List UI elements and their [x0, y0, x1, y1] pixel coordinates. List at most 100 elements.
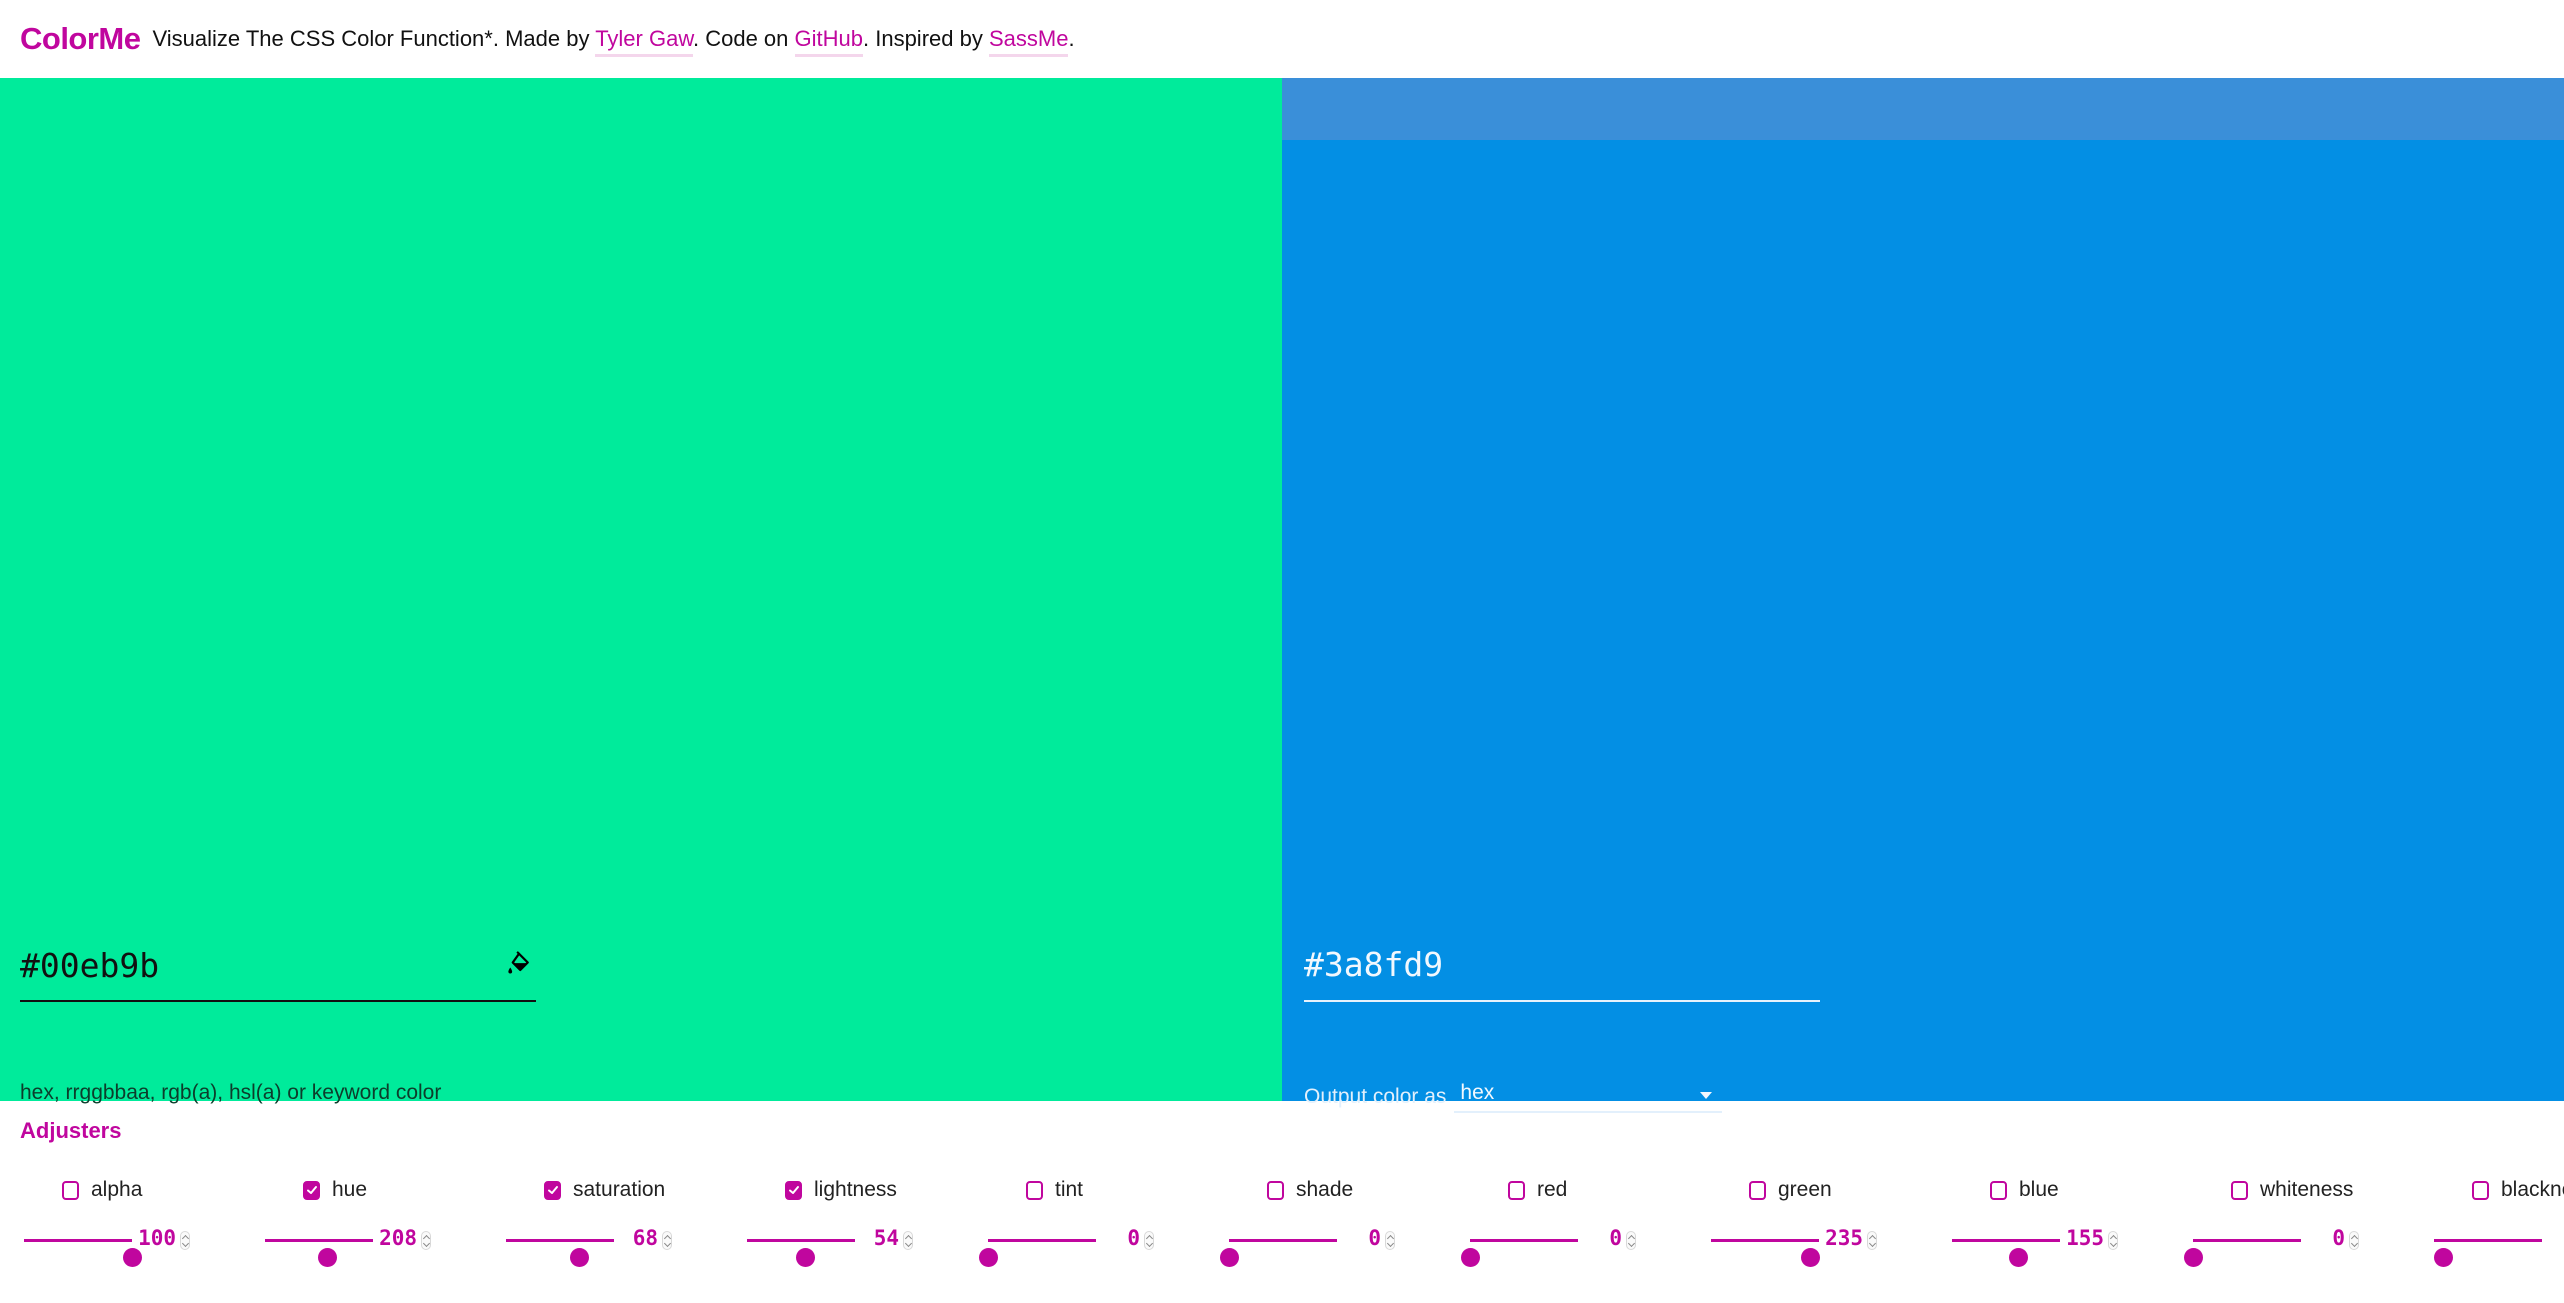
tagline: Visualize The CSS Color Function*. Made … [152, 26, 1075, 57]
adjuster-value-input[interactable]: 0 [1341, 1226, 1381, 1250]
adjuster-toggle[interactable]: shade [1267, 1178, 1353, 1202]
checkbox-icon[interactable] [2472, 1180, 2489, 1200]
adjuster-value-input[interactable]: 8 [2546, 1226, 2564, 1250]
adjuster-label: tint [1055, 1178, 1084, 1201]
adjuster-value-input[interactable]: 208 [377, 1226, 417, 1250]
sassme-link[interactable]: SassMe [988, 26, 1069, 57]
result-color-swatch [1282, 78, 2564, 140]
adjuster-alpha: alpha 100 [24, 1170, 264, 1280]
adjuster-toggle[interactable]: hue [303, 1178, 367, 1202]
adjuster-slider[interactable] [979, 1239, 1096, 1267]
spinner-arrows-icon[interactable] [1626, 1231, 1636, 1250]
adjuster-slider[interactable] [2184, 1239, 2301, 1267]
slider-thumb[interactable] [570, 1248, 590, 1267]
slider-thumb[interactable] [2184, 1248, 2203, 1267]
slider-thumb[interactable] [979, 1248, 998, 1267]
adjuster-value-input[interactable]: 54 [859, 1226, 899, 1250]
checkbox-checked-icon[interactable] [303, 1180, 320, 1200]
spinner-arrows-icon[interactable] [180, 1231, 190, 1250]
checkbox-icon[interactable] [1990, 1180, 2007, 1200]
adjuster-tint: tint 0 [979, 1170, 1228, 1280]
adjuster-hue: hue 208 [265, 1170, 505, 1280]
adjuster-value-input[interactable]: 100 [136, 1226, 176, 1250]
adjuster-label: saturation [573, 1178, 666, 1201]
adjuster-toggle[interactable]: lightness [785, 1178, 897, 1202]
slider-thumb[interactable] [796, 1248, 816, 1267]
adjuster-slider[interactable] [265, 1239, 373, 1267]
brand-logo[interactable]: ColorMe [20, 21, 141, 57]
adjuster-slider[interactable] [1220, 1239, 1337, 1267]
adjuster-toggle[interactable]: tint [1026, 1178, 1083, 1202]
spinner-arrows-icon[interactable] [1867, 1231, 1877, 1250]
adjuster-value-input[interactable]: 68 [618, 1226, 658, 1250]
adjuster-label: blackness [2501, 1178, 2564, 1201]
adjuster-value-input[interactable]: 235 [1823, 1226, 1863, 1250]
slider-thumb[interactable] [2008, 1248, 2028, 1267]
adjuster-value-input[interactable]: 0 [1582, 1226, 1622, 1250]
adjuster-green: green 235 [1711, 1170, 1951, 1280]
adjuster-value-input[interactable]: 0 [1100, 1226, 1140, 1250]
result-color-field: #3a8fd9 [1304, 934, 1820, 1002]
checkbox-icon[interactable] [62, 1180, 79, 1200]
adjuster-shade: shade 0 [1220, 1170, 1469, 1280]
spinner-arrows-icon[interactable] [2108, 1231, 2118, 1250]
adjuster-toggle[interactable]: blue [1990, 1178, 2059, 1202]
checkbox-checked-icon[interactable] [544, 1180, 561, 1200]
adjuster-value-input[interactable]: 0 [2305, 1226, 2345, 1250]
adjuster-toggle[interactable]: red [1508, 1178, 1567, 1202]
spinner-arrows-icon[interactable] [903, 1231, 913, 1250]
site-header: ColorMe Visualize The CSS Color Function… [0, 0, 2564, 78]
input-format-hint: hex, rrggbbaa, rgb(a), hsl(a) or keyword… [20, 1081, 442, 1104]
tagline-text: . Code on [693, 26, 795, 51]
slider-thumb[interactable] [1461, 1248, 1480, 1267]
checkbox-icon[interactable] [1749, 1180, 1766, 1200]
adjuster-slider[interactable] [2433, 1239, 2542, 1267]
checkbox-icon[interactable] [1267, 1180, 1284, 1200]
adjuster-label: red [1537, 1178, 1568, 1201]
adjuster-toggle[interactable]: alpha [62, 1178, 142, 1202]
adjuster-slider[interactable] [1952, 1239, 2060, 1267]
adjuster-toggle[interactable]: blackness [2472, 1178, 2564, 1202]
output-format-select[interactable]: hex [1454, 1081, 1723, 1113]
spinner-arrows-icon[interactable] [1144, 1231, 1154, 1250]
slider-thumb[interactable] [2433, 1248, 2453, 1267]
github-link[interactable]: GitHub [794, 26, 863, 57]
checkbox-icon[interactable] [1026, 1180, 1043, 1200]
adjuster-slider[interactable] [506, 1239, 614, 1267]
result-color-value[interactable]: #3a8fd9 [1304, 942, 1443, 988]
author-link[interactable]: Tyler Gaw [595, 26, 693, 57]
checkbox-icon[interactable] [2231, 1180, 2248, 1200]
adjuster-label: whiteness [2260, 1178, 2354, 1201]
spinner-arrows-icon[interactable] [662, 1231, 672, 1250]
adjuster-toggle[interactable]: whiteness [2231, 1178, 2353, 1202]
adjusters-heading: Adjusters [20, 1118, 122, 1143]
spinner-arrows-icon[interactable] [2349, 1231, 2359, 1250]
adjuster-slider[interactable] [1711, 1239, 1821, 1267]
output-format-value: hex [1460, 1081, 1495, 1104]
checkbox-checked-icon[interactable] [785, 1180, 802, 1200]
adjuster-toggle[interactable]: saturation [544, 1178, 665, 1202]
adjuster-value-input[interactable]: 155 [2064, 1226, 2104, 1250]
base-color-field [20, 934, 536, 1002]
adjuster-slider[interactable] [1461, 1239, 1578, 1267]
adjuster-red: red 0 [1461, 1170, 1710, 1280]
slider-thumb[interactable] [1220, 1248, 1239, 1267]
adjuster-toggle[interactable]: green [1749, 1178, 1832, 1202]
slider-thumb[interactable] [123, 1248, 142, 1267]
spinner-arrows-icon[interactable] [1385, 1231, 1395, 1250]
adjuster-lightness: lightness 54 [747, 1170, 987, 1280]
tagline-text: Visualize The CSS Color Function*. Made … [152, 26, 596, 51]
paint-bucket-icon[interactable] [504, 950, 534, 980]
adjuster-slider[interactable] [747, 1239, 855, 1267]
adjuster-label: blue [2019, 1178, 2059, 1201]
adjuster-label: shade [1296, 1178, 1354, 1201]
base-color-panel: hex, rrggbbaa, rgb(a), hsl(a) or keyword… [0, 78, 1282, 1104]
adjuster-label: hue [332, 1178, 368, 1201]
checkbox-icon[interactable] [1508, 1180, 1525, 1200]
slider-thumb[interactable] [318, 1248, 338, 1267]
slider-thumb[interactable] [1801, 1248, 1821, 1267]
adjuster-label: green [1778, 1178, 1832, 1201]
base-color-input[interactable] [20, 942, 490, 988]
spinner-arrows-icon[interactable] [421, 1231, 431, 1250]
adjuster-slider[interactable] [24, 1239, 142, 1267]
